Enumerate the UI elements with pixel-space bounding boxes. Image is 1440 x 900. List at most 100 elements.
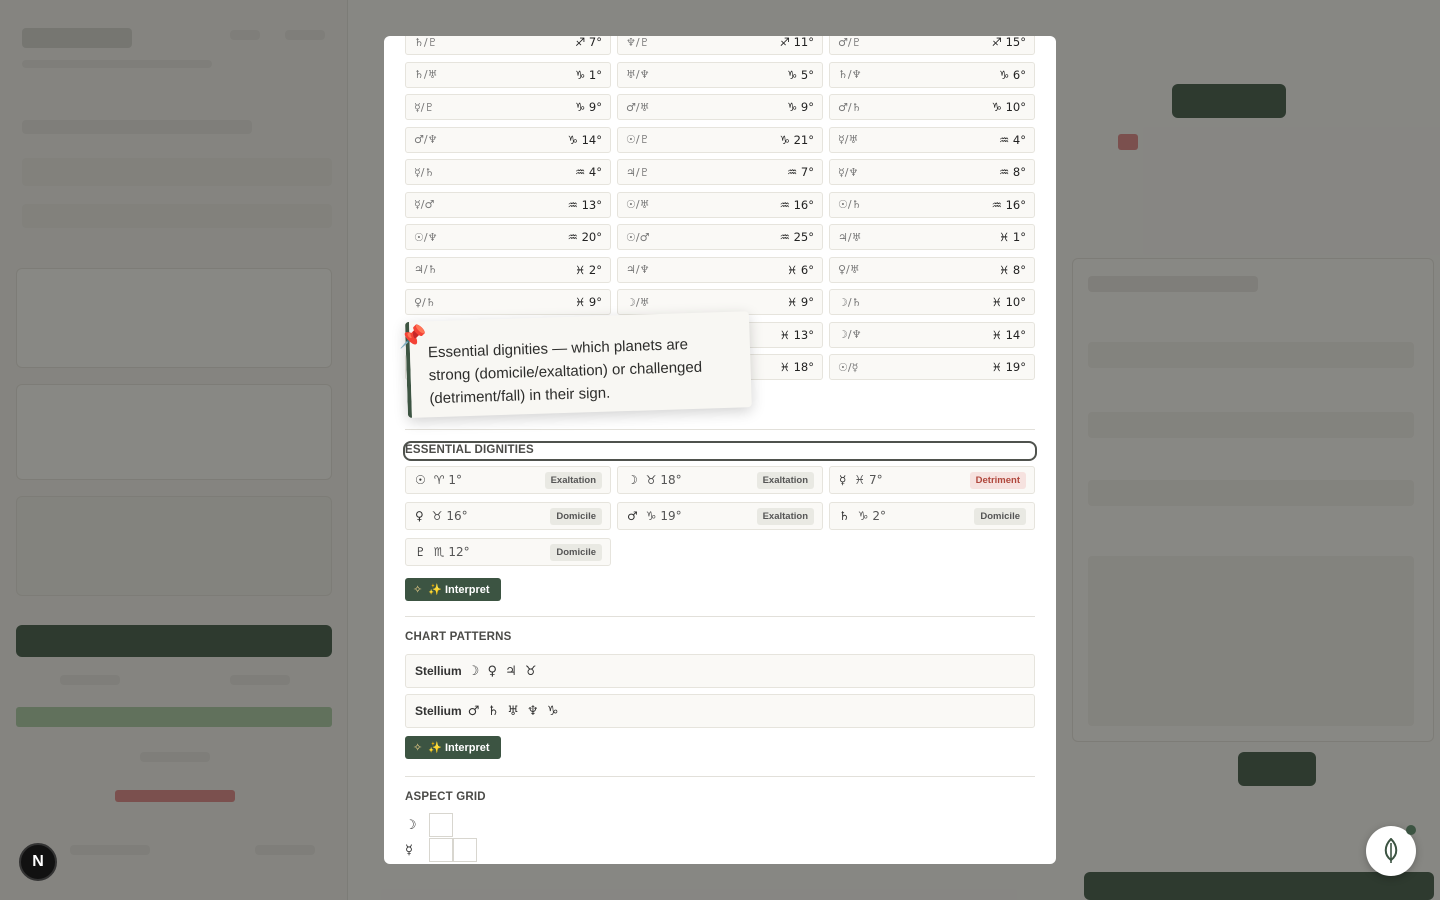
dignity-cell: ☉ ♈ 1° Exaltation bbox=[405, 466, 611, 494]
midpoint-pair: ♃/♅ bbox=[838, 230, 862, 244]
pin-icon: 📌 bbox=[399, 325, 427, 350]
midpoint-cell: ☉/♇ ♑ 21° bbox=[617, 126, 823, 153]
midpoint-cell: ☿/♂ ♒ 13° bbox=[405, 191, 611, 218]
interpret-label: ✨ Interpret bbox=[428, 742, 490, 754]
midpoint-pair: ☉/♅ bbox=[626, 198, 650, 211]
midpoint-cell: ☿/♄ ♒ 4° bbox=[405, 159, 611, 185]
leaf-icon bbox=[1384, 838, 1398, 863]
midpoint-pair: ☉/♂ bbox=[626, 230, 650, 244]
midpoint-cell: ♃/♄ ♓ 2° bbox=[405, 256, 611, 283]
dignity-status-badge: Domicile bbox=[550, 543, 602, 561]
dignity-info: ♀ ♉ 16° bbox=[415, 509, 468, 523]
midpoint-cell: ☽/♄ ♓ 10° bbox=[829, 289, 1035, 315]
midpoint-pair: ☉/☿ bbox=[838, 360, 859, 374]
midpoint-cell: ♀/♄ ♓ 9° bbox=[405, 289, 611, 315]
midpoint-cell: ♄/♇ ♐ 7° bbox=[405, 36, 611, 55]
midpoint-position: ♒ 25° bbox=[779, 230, 814, 244]
midpoint-cell: ☉/♂ ♒ 25° bbox=[617, 224, 823, 250]
pattern-glyphs: ☽ ♀ ♃ ♉ bbox=[467, 663, 539, 679]
midpoint-pair: ☿/♄ bbox=[414, 165, 435, 179]
dignity-cell: ☿ ♓ 7° Detriment bbox=[829, 466, 1035, 494]
aspect-grid-row: ☿ bbox=[405, 838, 477, 862]
midpoint-cell: ♂/♅ ♑ 9° bbox=[617, 94, 823, 120]
midpoint-cell: ☽/♆ ♓ 14° bbox=[829, 321, 1035, 348]
dignity-position: ♑ 2° bbox=[857, 509, 886, 523]
dignities-tooltip: Essential dignities — which planets are … bbox=[405, 311, 752, 418]
midpoint-cell: ♆/♇ ♐ 11° bbox=[617, 36, 823, 55]
pattern-row: Stellium ♂ ♄ ♅ ♆ ♑ bbox=[405, 694, 1035, 728]
interpret-label: ✨ Interpret bbox=[428, 584, 490, 596]
midpoint-position: ♒ 7° bbox=[786, 165, 814, 179]
aspect-grid-title: ASPECT GRID bbox=[405, 791, 486, 803]
dignity-planet: ☉ bbox=[415, 473, 426, 487]
section-divider bbox=[405, 616, 1035, 617]
midpoint-cell: ☉/♆ ♒ 20° bbox=[405, 224, 611, 250]
dignity-status-badge: Domicile bbox=[974, 507, 1026, 525]
dignity-planet: ♀ bbox=[415, 509, 424, 523]
midpoint-position: ♑ 5° bbox=[786, 67, 814, 82]
next-dev-badge[interactable]: N bbox=[19, 843, 57, 881]
midpoint-position: ♑ 14° bbox=[567, 132, 602, 147]
aspect-cell[interactable] bbox=[429, 838, 453, 862]
midpoint-position: ♓ 10° bbox=[991, 295, 1026, 309]
dignity-planet: ☿ bbox=[839, 473, 847, 487]
aspect-grid-row: ☽ bbox=[405, 813, 453, 837]
chart-details-modal: ♄/♇ ♐ 7° ♆/♇ ♐ 11° ♂/♇ ♐ 15° ♄/♅ ♑ 1° ♅/♆ ♑ 5° ♄/♆… bbox=[384, 36, 1056, 864]
dignity-position: ♉ 18° bbox=[645, 473, 682, 487]
midpoint-pair: ♆/♇ bbox=[626, 36, 650, 49]
midpoint-position: ♒ 4° bbox=[998, 132, 1026, 147]
midpoint-pair: ☿/♅ bbox=[838, 133, 859, 146]
midpoint-cell: ☉/☿ ♓ 19° bbox=[829, 354, 1035, 380]
dignity-info: ♄ ♑ 2° bbox=[839, 509, 886, 523]
midpoint-pair: ♀/♄ bbox=[414, 295, 436, 309]
dignity-status-badge: Exaltation bbox=[756, 507, 814, 525]
tooltip-text: Essential dignities — which planets are … bbox=[427, 336, 703, 408]
section-divider bbox=[405, 429, 1035, 430]
midpoint-pair: ♃/♄ bbox=[414, 263, 438, 276]
midpoint-position: ♑ 21° bbox=[779, 132, 814, 147]
midpoint-pair: ♂/♆ bbox=[414, 133, 438, 146]
midpoint-cell: ☿/♇ ♑ 9° bbox=[405, 94, 611, 120]
aspect-row-planet: ☽ bbox=[405, 817, 417, 833]
midpoint-position: ♓ 9° bbox=[574, 295, 602, 309]
midpoint-pair: ♂/♄ bbox=[838, 100, 862, 114]
dignity-info: ☽ ♉ 18° bbox=[627, 473, 682, 487]
aspect-cell[interactable] bbox=[453, 838, 477, 862]
midpoint-cell: ♃/♇ ♒ 7° bbox=[617, 159, 823, 185]
midpoint-cell: ☉/♅ ♒ 16° bbox=[617, 191, 823, 218]
midpoint-pair: ☉/♄ bbox=[838, 198, 862, 211]
midpoint-pair: ♃/♆ bbox=[626, 263, 650, 276]
dignities-interpret-button[interactable]: ✧ ✨ Interpret bbox=[405, 578, 501, 601]
aspect-cell[interactable] bbox=[429, 813, 453, 837]
dignity-position: ♏ 12° bbox=[433, 545, 470, 559]
dignity-planet: ♇ bbox=[415, 545, 426, 559]
chart-patterns-title: CHART PATTERNS bbox=[405, 631, 512, 643]
midpoint-cell: ♃/♆ ♓ 6° bbox=[617, 256, 823, 283]
dignity-info: ♇ ♏ 12° bbox=[415, 545, 470, 559]
dignity-position: ♉ 16° bbox=[431, 509, 468, 523]
midpoint-position: ♒ 13° bbox=[567, 197, 602, 212]
midpoint-cell: ☿/♅ ♒ 4° bbox=[829, 126, 1035, 153]
midpoint-cell: ♂/♆ ♑ 14° bbox=[405, 126, 611, 153]
midpoint-position: ♑ 9° bbox=[574, 100, 602, 114]
midpoint-position: ♓ 2° bbox=[574, 262, 602, 277]
midpoint-position: ♓ 18° bbox=[779, 360, 814, 374]
wand-icon: ✧ bbox=[413, 583, 423, 596]
midpoint-pair: ☉/♇ bbox=[626, 133, 650, 146]
patterns-interpret-button[interactable]: ✧ ✨ Interpret bbox=[405, 736, 501, 759]
aspect-row-planet: ☿ bbox=[405, 842, 413, 858]
midpoint-cell: ♄/♅ ♑ 1° bbox=[405, 61, 611, 88]
midpoint-cell: ♄/♆ ♑ 6° bbox=[829, 61, 1035, 88]
dignity-status-badge: Detriment bbox=[969, 471, 1026, 489]
dignity-status-badge: Exaltation bbox=[544, 471, 602, 489]
dignity-planet: ♄ bbox=[839, 509, 850, 523]
midpoint-position: ♐ 11° bbox=[779, 36, 814, 49]
section-divider bbox=[405, 776, 1035, 777]
midpoint-position: ♓ 19° bbox=[991, 360, 1026, 374]
midpoint-position: ♓ 1° bbox=[998, 230, 1026, 244]
dignity-cell: ♇ ♏ 12° Domicile bbox=[405, 538, 611, 566]
midpoint-position: ♑ 9° bbox=[786, 100, 814, 114]
midpoint-position: ♓ 13° bbox=[779, 327, 814, 342]
midpoint-position: ♑ 1° bbox=[574, 67, 602, 82]
dignity-cell: ☽ ♉ 18° Exaltation bbox=[617, 466, 823, 494]
